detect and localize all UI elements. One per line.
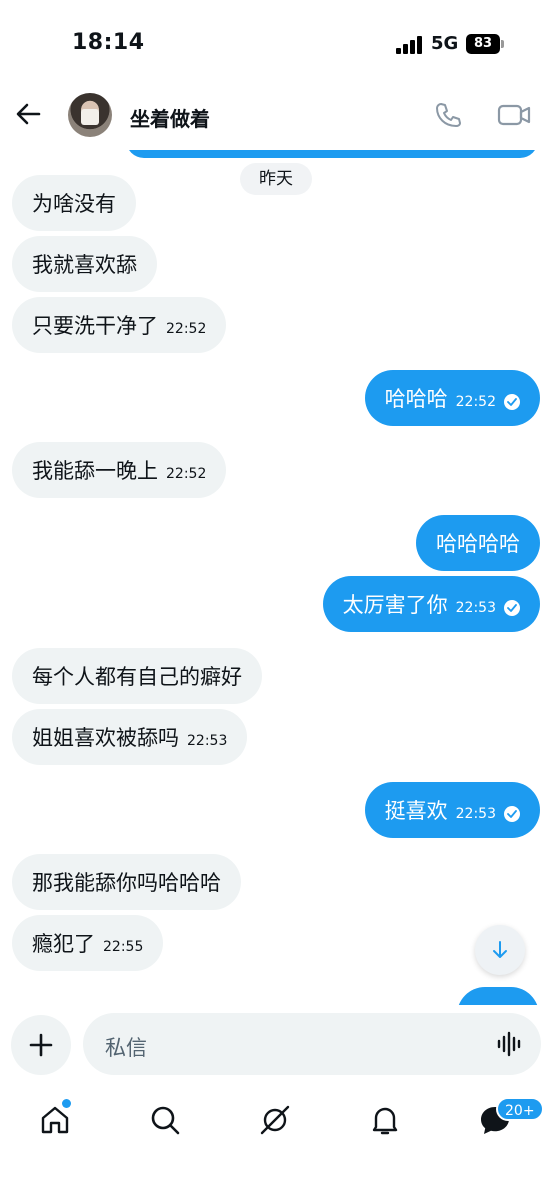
- message-bubble-outgoing[interactable]: 哈哈哈 22:52: [364, 370, 540, 426]
- message-text: 我能舔一晚上: [32, 459, 158, 483]
- message-bubble-incoming[interactable]: 只要洗干净了 22:52: [12, 297, 227, 353]
- message-composer: 私信: [0, 1005, 552, 1085]
- status-time: 18:14: [72, 30, 145, 55]
- message-text: 哈哈哈: [384, 387, 448, 411]
- message-bubble-clipped: [457, 987, 539, 1005]
- read-check-icon: [504, 806, 520, 822]
- dm-input-placeholder: 私信: [105, 1036, 147, 1060]
- message-bubble-incoming[interactable]: 我能舔一晚上 22:52: [12, 442, 227, 498]
- message-time: 22:53: [455, 600, 496, 616]
- message-bubble-incoming[interactable]: 瘾犯了 22:55: [12, 915, 164, 971]
- messages-badge: 20+: [496, 1097, 544, 1121]
- message-bubble-outgoing[interactable]: 哈哈哈哈: [416, 515, 540, 571]
- cellular-signal-icon: [396, 36, 424, 54]
- contact-name[interactable]: 坐着做着: [130, 103, 210, 132]
- message-time: 22:53: [455, 806, 496, 822]
- message-time: 22:52: [455, 394, 496, 410]
- message-text: 那我能舔你吗哈哈哈: [32, 871, 221, 895]
- conversation-header: 坐着做着: [0, 90, 552, 150]
- nav-grok[interactable]: [258, 1103, 292, 1137]
- message-text: 挺喜欢: [384, 799, 448, 823]
- dm-input[interactable]: 私信: [83, 1013, 541, 1075]
- home-icon: [41, 1106, 69, 1134]
- read-check-icon: [504, 600, 520, 616]
- nav-notifications[interactable]: [368, 1103, 402, 1137]
- message-text: 瘾犯了: [32, 932, 95, 956]
- battery-icon: 83: [466, 34, 504, 54]
- message-text: 哈哈哈哈: [436, 532, 520, 556]
- read-check-icon: [504, 394, 520, 410]
- message-bubble-outgoing[interactable]: 太厉害了你 22:53: [322, 576, 540, 632]
- search-icon: [151, 1106, 180, 1135]
- message-bubble-outgoing[interactable]: 挺喜欢 22:53: [364, 782, 540, 838]
- message-time: 22:52: [166, 466, 207, 482]
- arrow-left-icon[interactable]: [14, 100, 42, 128]
- scroll-to-bottom-button[interactable]: [475, 925, 525, 975]
- avatar[interactable]: [68, 93, 112, 137]
- message-text: 为啥没有: [32, 192, 116, 216]
- date-separator: 昨天: [240, 163, 312, 195]
- message-time: 22:55: [103, 939, 144, 955]
- phone-icon[interactable]: [433, 100, 463, 130]
- message-text: 姐姐喜欢被舔吗: [32, 726, 179, 750]
- message-bubble-incoming[interactable]: 每个人都有自己的癖好: [12, 648, 262, 704]
- status-bar: 18:14 5G 83: [0, 0, 552, 90]
- add-attachment-button[interactable]: [11, 1015, 71, 1075]
- message-text: 每个人都有自己的癖好: [32, 665, 242, 689]
- message-text: 只要洗干净了: [32, 314, 158, 338]
- video-camera-icon[interactable]: [497, 101, 531, 129]
- voice-waveform-icon[interactable]: [497, 1031, 523, 1057]
- notification-dot: [62, 1099, 71, 1108]
- message-bubble-incoming[interactable]: 我就喜欢舔: [12, 236, 157, 292]
- message-time: 22:52: [166, 321, 207, 337]
- message-bubble-incoming[interactable]: 为啥没有: [12, 175, 136, 231]
- message-time: 22:53: [187, 733, 228, 749]
- grok-icon: [260, 1105, 290, 1135]
- nav-home[interactable]: [38, 1099, 72, 1137]
- bell-icon: [372, 1107, 398, 1135]
- nav-search[interactable]: [148, 1103, 182, 1137]
- message-list[interactable]: 昨天 为啥没有 我就喜欢舔 只要洗干净了 22:52 哈哈哈 22:52 我能舔…: [0, 140, 552, 1005]
- plus-icon: [29, 1033, 53, 1057]
- bottom-navigation: 20+: [0, 1085, 552, 1200]
- message-text: 我就喜欢舔: [32, 253, 137, 277]
- network-type: 5G: [431, 33, 459, 54]
- nav-messages[interactable]: 20+: [478, 1097, 544, 1137]
- message-bubble-incoming[interactable]: 那我能舔你吗哈哈哈: [12, 854, 241, 910]
- arrow-down-icon: [493, 941, 507, 958]
- message-text: 太厉害了你: [342, 593, 448, 617]
- message-bubble-incoming[interactable]: 姐姐喜欢被舔吗 22:53: [12, 709, 248, 765]
